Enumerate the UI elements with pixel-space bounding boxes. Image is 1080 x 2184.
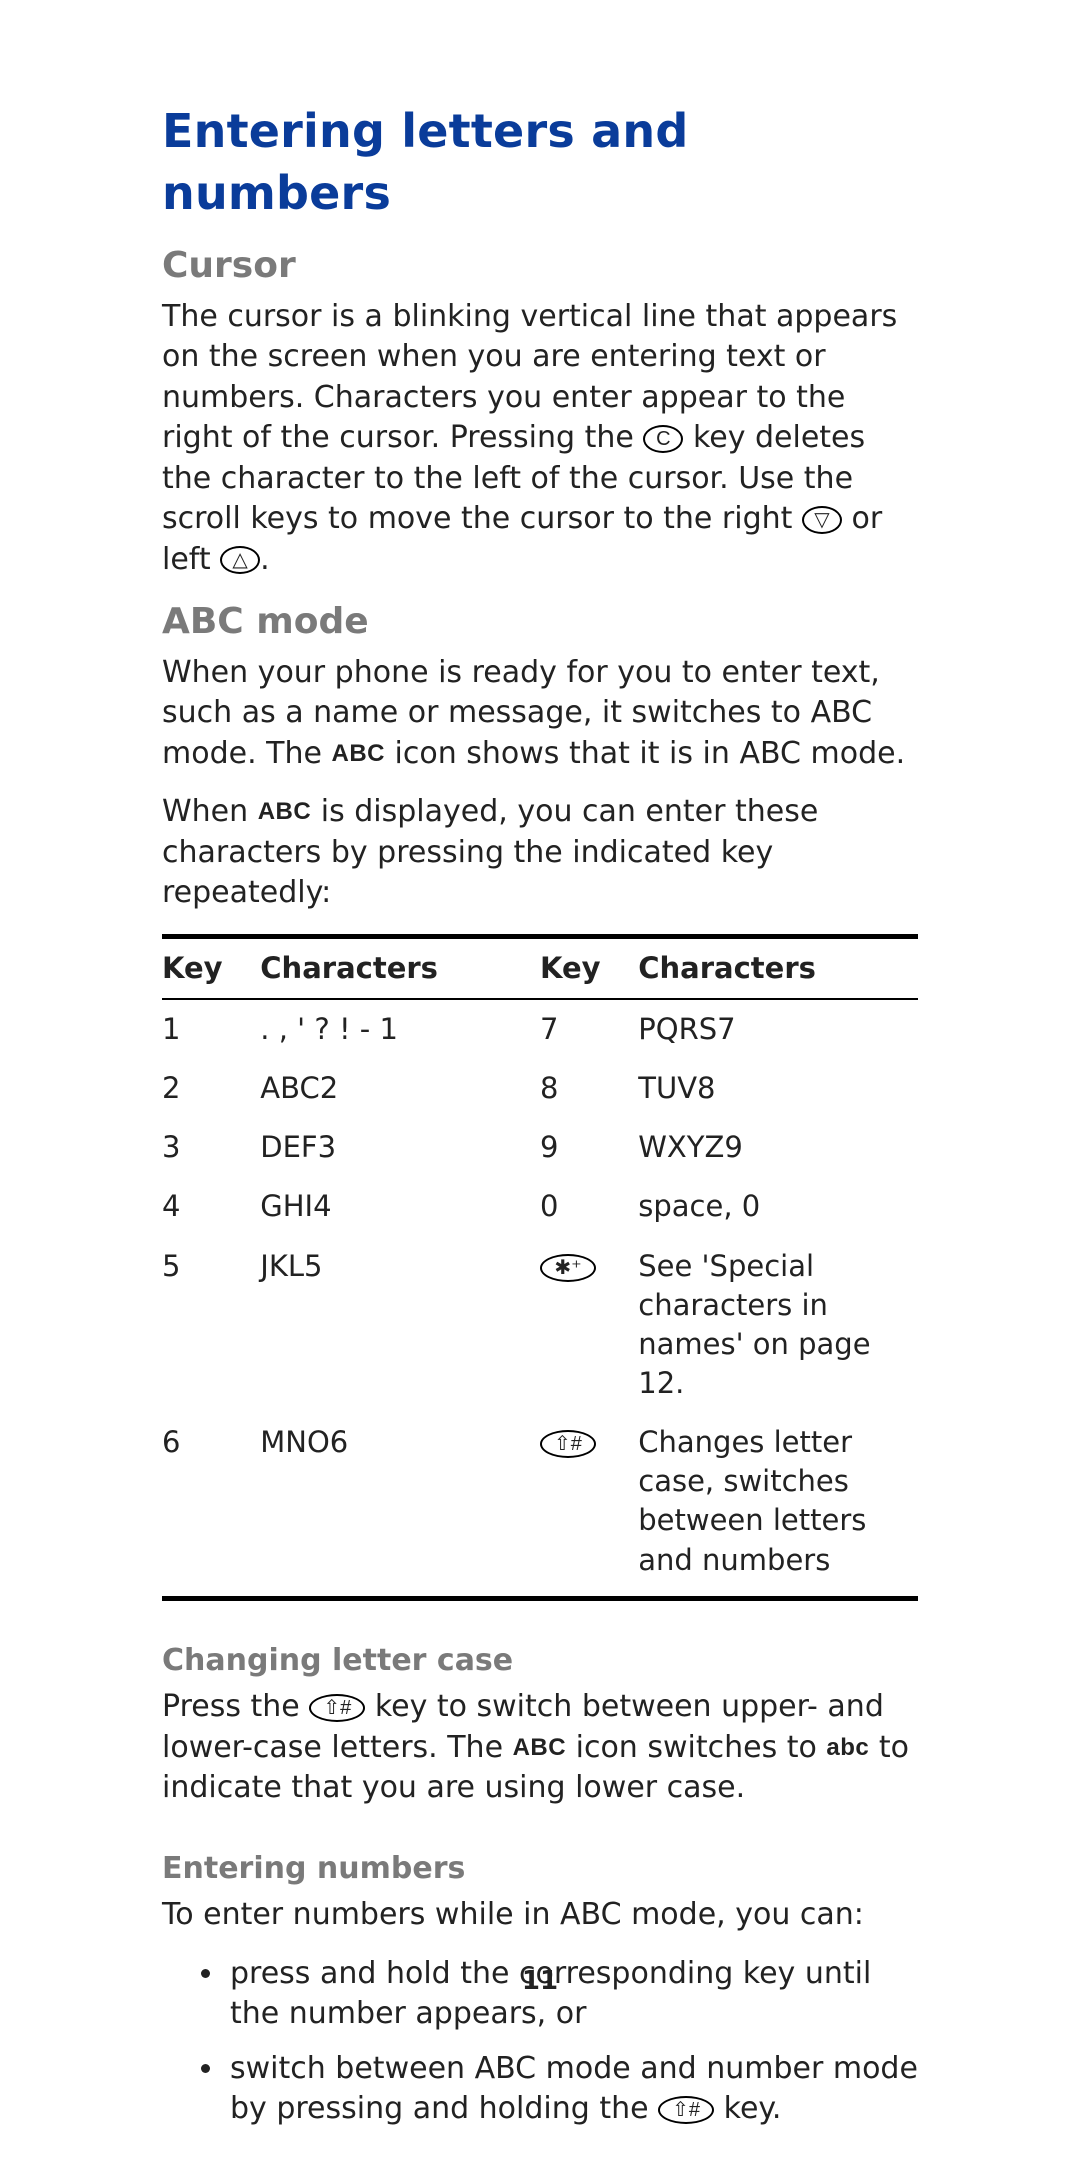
table-cell-characters: GHI4: [260, 1177, 540, 1236]
table-cell-key: ⇧#: [540, 1413, 638, 1598]
table-cell-key: 7: [540, 999, 638, 1059]
abc-p1-post: icon shows that it is in ABC mode.: [395, 736, 906, 771]
abc-mode-icon: ABC: [258, 796, 312, 828]
table-cell-characters: . , ' ? ! - 1: [260, 999, 540, 1059]
scroll-right-icon: ▽: [802, 506, 842, 534]
star-key-icon: ✱⁺: [540, 1254, 596, 1282]
table-cell-key: 0: [540, 1177, 638, 1236]
shift-hash-key-icon: ⇧#: [658, 2096, 714, 2124]
characters-table: Key Characters Key Characters 1. , ' ? !…: [162, 934, 918, 1601]
table-header-key-1: Key: [162, 936, 260, 999]
abc-mode-icon: ABC: [331, 738, 385, 770]
table-cell-characters: MNO6: [260, 1413, 540, 1598]
table-cell-key: 3: [162, 1118, 260, 1177]
table-cell-characters: WXYZ9: [638, 1118, 918, 1177]
abc-paragraph-1: When your phone is ready for you to ente…: [162, 653, 918, 775]
section-heading-cursor: Cursor: [162, 242, 918, 291]
abc-p2-pre: When: [162, 794, 258, 829]
table-cell-key: 9: [540, 1118, 638, 1177]
shift-hash-key-icon: ⇧#: [309, 1694, 365, 1722]
table-cell-characters: space, 0: [638, 1177, 918, 1236]
list-item: switch between ABC mode and number mode …: [226, 2049, 918, 2130]
table-cell-characters: DEF3: [260, 1118, 540, 1177]
c-key-icon: C: [643, 425, 683, 453]
table-cell-key: 1: [162, 999, 260, 1059]
table-row: 3DEF39WXYZ9: [162, 1118, 918, 1177]
abc-lower-icon: abc: [826, 1732, 869, 1764]
section-heading-abc-mode: ABC mode: [162, 598, 918, 647]
table-row: 1. , ' ? ! - 17PQRS7: [162, 999, 918, 1059]
table-header-characters-1: Characters: [260, 936, 540, 999]
subsection-heading-changing-case: Changing letter case: [162, 1641, 918, 1682]
table-cell-key: 2: [162, 1059, 260, 1118]
table-cell-characters: TUV8: [638, 1059, 918, 1118]
table-cell-key: 6: [162, 1413, 260, 1598]
table-cell-characters: PQRS7: [638, 999, 918, 1059]
table-row: 6MNO6⇧# Changes letter case, switches bet…: [162, 1413, 918, 1598]
table-cell-characters: ABC2: [260, 1059, 540, 1118]
bullet2-pre: switch between ABC mode and number mode …: [230, 2051, 918, 2127]
abc-paragraph-2: When ABC is displayed, you can enter the…: [162, 792, 918, 914]
table-row: 4GHI40space, 0: [162, 1177, 918, 1236]
table-header-characters-2: Characters: [638, 936, 918, 999]
table-cell-key: 4: [162, 1177, 260, 1236]
table-row: 2ABC28TUV8: [162, 1059, 918, 1118]
cursor-paragraph: The cursor is a blinking vertical line t…: [162, 297, 918, 581]
subsection-heading-entering-numbers: Entering numbers: [162, 1849, 918, 1890]
page-number: 11: [0, 1964, 1080, 1999]
table-header-key-2: Key: [540, 936, 638, 999]
shift-hash-key-icon: ⇧#: [540, 1430, 596, 1458]
table-cell-key: ✱⁺: [540, 1237, 638, 1414]
case-pre: Press the: [162, 1689, 309, 1724]
abc-upper-icon: ABC: [513, 1732, 567, 1764]
entering-numbers-intro: To enter numbers while in ABC mode, you …: [162, 1895, 918, 1936]
changing-case-paragraph: Press the ⇧# key to switch between upper…: [162, 1687, 918, 1809]
table-cell-key: 8: [540, 1059, 638, 1118]
table-cell-key: 5: [162, 1237, 260, 1414]
cursor-text-4: .: [260, 542, 270, 577]
case-mid2: icon switches to: [576, 1730, 827, 1765]
bullet2-post: key.: [724, 2091, 782, 2126]
scroll-left-icon: △: [220, 546, 260, 574]
table-row: 5JKL5✱⁺ See 'Special characters in names'…: [162, 1237, 918, 1414]
page-title: Entering letters and numbers: [162, 100, 918, 224]
table-cell-characters: JKL5: [260, 1237, 540, 1414]
table-cell-characters: Changes letter case, switches between le…: [638, 1413, 918, 1598]
table-cell-characters: See 'Special characters in names' on pag…: [638, 1237, 918, 1414]
